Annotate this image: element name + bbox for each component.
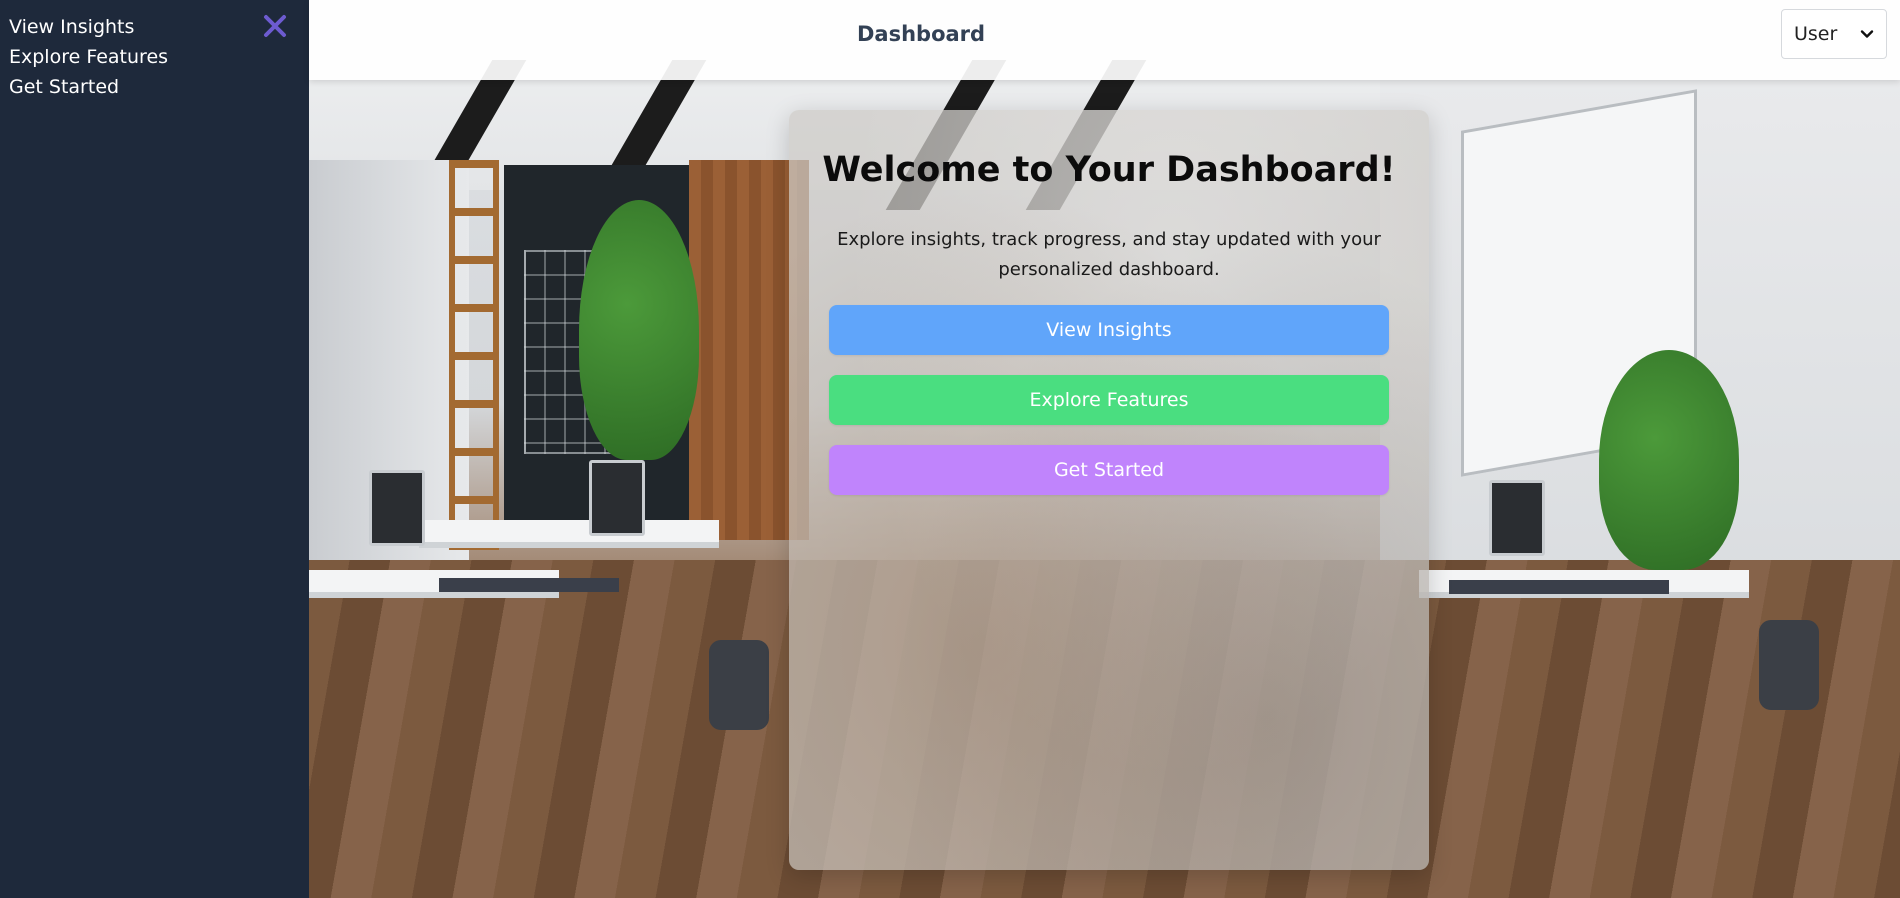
desk-mat: [439, 578, 619, 592]
office-chair: [709, 640, 769, 730]
sidebar-item-view-insights[interactable]: View Insights: [9, 12, 300, 42]
monitor: [369, 470, 425, 546]
explore-features-button[interactable]: Explore Features: [829, 375, 1389, 425]
desk-mat: [1449, 580, 1669, 594]
office-chair: [1759, 620, 1819, 710]
user-select-value: User: [1794, 23, 1838, 45]
monitor: [589, 460, 645, 536]
sidebar-close-button[interactable]: [260, 11, 290, 41]
user-select[interactable]: User: [1781, 9, 1887, 59]
welcome-card: Welcome to Your Dashboard! Explore insig…: [789, 110, 1429, 870]
sidebar-item-get-started[interactable]: Get Started: [9, 72, 300, 102]
close-x-icon: [264, 15, 286, 37]
welcome-description: Explore insights, track progress, and st…: [837, 229, 1381, 280]
top-header: Dashboard User: [309, 0, 1900, 80]
user-select-box[interactable]: User: [1781, 9, 1887, 59]
desk: [419, 520, 719, 542]
page-title: Dashboard: [857, 22, 986, 46]
plant: [1599, 350, 1739, 570]
sidebar: View Insights Explore Features Get Start…: [0, 0, 309, 898]
plant: [579, 200, 699, 460]
wooden-shelf: [449, 160, 499, 550]
get-started-button[interactable]: Get Started: [829, 445, 1389, 495]
view-insights-button[interactable]: View Insights: [829, 305, 1389, 355]
sidebar-item-explore-features[interactable]: Explore Features: [9, 42, 300, 72]
monitor: [1489, 480, 1545, 556]
chevron-down-icon: [1860, 30, 1874, 38]
welcome-title: Welcome to Your Dashboard!: [822, 150, 1396, 190]
